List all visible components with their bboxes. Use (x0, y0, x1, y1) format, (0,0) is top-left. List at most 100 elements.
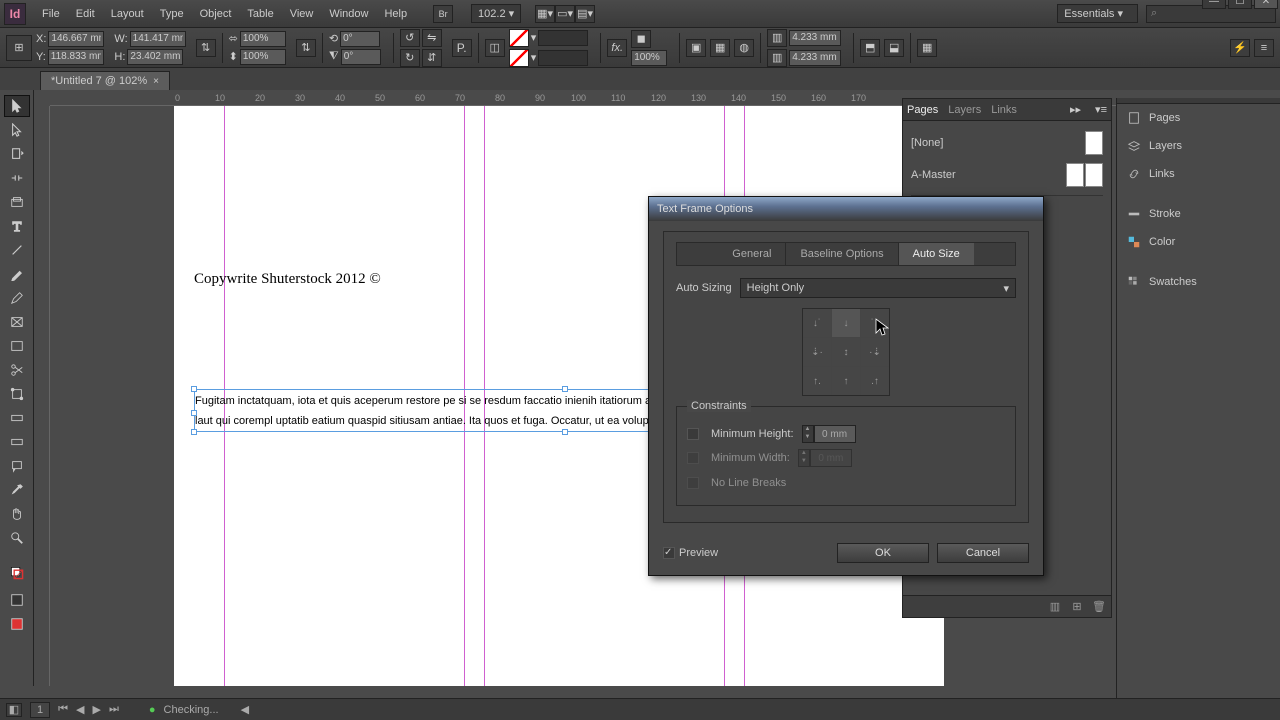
fill-swatch[interactable] (509, 29, 529, 47)
zoom-tool[interactable] (4, 527, 30, 549)
edit-page-size-icon[interactable]: ▥ (1047, 599, 1063, 615)
page-nav-next-icon[interactable]: ▶ (93, 703, 101, 716)
anchor-tr[interactable]: ˙↓ (861, 309, 889, 337)
fill-tint[interactable] (538, 30, 588, 46)
preview-checkbox[interactable]: Preview (663, 547, 718, 559)
rotate-cw-icon[interactable]: ↻ (400, 49, 420, 67)
page-nav-last-icon[interactable]: ⏭ (109, 703, 119, 716)
menu-view[interactable]: View (282, 4, 322, 24)
rectangle-tool[interactable] (4, 335, 30, 357)
panel-menu-icon[interactable]: ≡ (1254, 39, 1274, 57)
gutter-field-2[interactable] (789, 50, 841, 66)
master-none[interactable]: [None] (911, 137, 943, 149)
page-nav-prev-icon[interactable]: ◀ (76, 703, 84, 716)
tab-baseline-options[interactable]: Baseline Options (786, 243, 898, 265)
gap-tool[interactable] (4, 167, 30, 189)
opacity-field[interactable] (631, 50, 667, 66)
line-tool[interactable] (4, 239, 30, 261)
eyedropper-tool[interactable] (4, 479, 30, 501)
gradient-tool[interactable] (4, 407, 30, 429)
panel-tab-links[interactable]: Links (991, 104, 1017, 116)
status-open-icon[interactable]: ◀ (241, 703, 249, 716)
menu-file[interactable]: File (34, 4, 68, 24)
align-center-icon[interactable]: ⬓ (884, 39, 904, 57)
wrap-none-icon[interactable]: ▣ (686, 39, 706, 57)
preflight-status[interactable]: Checking... (164, 704, 219, 716)
new-page-icon[interactable]: ⊞ (1069, 599, 1085, 615)
hand-tool[interactable] (4, 503, 30, 525)
dock-color[interactable]: Color (1117, 228, 1280, 256)
menu-layout[interactable]: Layout (103, 4, 152, 24)
menu-table[interactable]: Table (239, 4, 281, 24)
quick-apply-icon[interactable]: ⚡ (1230, 39, 1250, 57)
document-tab-close[interactable]: × (153, 76, 159, 87)
dock-layers[interactable]: Layers (1117, 132, 1280, 160)
anchor-bc[interactable]: ↑ (832, 367, 860, 395)
type-tool[interactable] (4, 215, 30, 237)
dock-links[interactable]: Links (1117, 160, 1280, 188)
cancel-button[interactable]: Cancel (937, 543, 1029, 563)
apply-color-icon[interactable] (4, 589, 30, 611)
menu-window[interactable]: Window (321, 4, 376, 24)
p-icon[interactable]: P. (452, 39, 472, 57)
selection-tool[interactable] (4, 95, 30, 117)
content-collector-tool[interactable] (4, 191, 30, 213)
scale-x-field[interactable] (240, 31, 286, 47)
note-tool[interactable] (4, 455, 30, 477)
flip-h-icon[interactable]: ⇋ (422, 29, 442, 47)
delete-page-icon[interactable]: 🗑 (1091, 599, 1107, 615)
menu-help[interactable]: Help (376, 4, 415, 24)
amaster-thumb[interactable] (1066, 163, 1103, 187)
screen-mode-icon[interactable]: ▭▾ (555, 5, 575, 23)
pencil-tool[interactable] (4, 287, 30, 309)
shear-field[interactable] (341, 49, 381, 65)
ok-button[interactable]: OK (837, 543, 929, 563)
anchor-bl[interactable]: ↑. (803, 367, 831, 395)
x-field[interactable] (48, 31, 104, 47)
preview-check-icon[interactable] (663, 547, 675, 559)
frame-options-icon[interactable]: ▦ (917, 39, 937, 57)
panel-collapse-icon[interactable]: ▸▸ (1070, 103, 1081, 116)
align-top-icon[interactable]: ⬒ (860, 39, 880, 57)
menu-edit[interactable]: Edit (68, 4, 103, 24)
scale-y-field[interactable] (240, 49, 286, 65)
h-field[interactable] (127, 49, 183, 65)
stroke-swatch[interactable] (509, 49, 529, 67)
anchor-mr[interactable]: ·⇣ (861, 338, 889, 366)
menu-type[interactable]: Type (152, 4, 192, 24)
none-thumb[interactable] (1085, 131, 1103, 155)
master-a[interactable]: A-Master (911, 169, 956, 181)
page-nav-first-icon[interactable]: ⏮ (58, 703, 68, 716)
tab-auto-size[interactable]: Auto Size (899, 243, 974, 265)
view-mode-normal-icon[interactable] (4, 613, 30, 635)
rotate-ccw-icon[interactable]: ↺ (400, 29, 420, 47)
y-field[interactable] (48, 49, 104, 65)
panel-menu-icon[interactable]: ▾≡ (1095, 103, 1107, 116)
w-field[interactable] (130, 31, 186, 47)
document-tab[interactable]: *Untitled 7 @ 102% × (40, 71, 170, 90)
drop-shadow-icon[interactable]: ◼ (631, 30, 651, 48)
dock-pages[interactable]: Pages (1117, 104, 1280, 132)
page-navigator[interactable]: 1 (30, 702, 50, 718)
minimize-button[interactable]: — (1202, 0, 1226, 9)
panel-tab-pages[interactable]: Pages (907, 104, 938, 116)
anchor-tl[interactable]: ↓˙ (803, 309, 831, 337)
constrain-wh-icon[interactable]: ⇅ (196, 39, 216, 57)
view-options-icon[interactable]: ▦▾ (535, 5, 555, 23)
tab-general[interactable]: General (718, 243, 786, 265)
rotate-field[interactable] (340, 31, 380, 47)
page-tool[interactable] (4, 143, 30, 165)
maximize-button[interactable]: ☐ (1228, 0, 1252, 9)
close-button[interactable]: ✕ (1254, 0, 1278, 9)
workspace-switcher[interactable]: Essentials ▾ (1057, 4, 1138, 23)
rectangle-frame-tool[interactable] (4, 311, 30, 333)
flip-v-icon[interactable]: ⇵ (422, 49, 442, 67)
direct-selection-tool[interactable] (4, 119, 30, 141)
fx-icon[interactable]: fx. (607, 39, 627, 57)
select-container-icon[interactable]: ◫ (485, 39, 505, 57)
wrap-bbox-icon[interactable]: ▦ (710, 39, 730, 57)
arrange-docs-icon[interactable]: ▤▾ (575, 5, 595, 23)
constrain-scale-icon[interactable]: ⇅ (296, 39, 316, 57)
scissors-tool[interactable] (4, 359, 30, 381)
anchor-mc[interactable]: ↕ (832, 338, 860, 366)
